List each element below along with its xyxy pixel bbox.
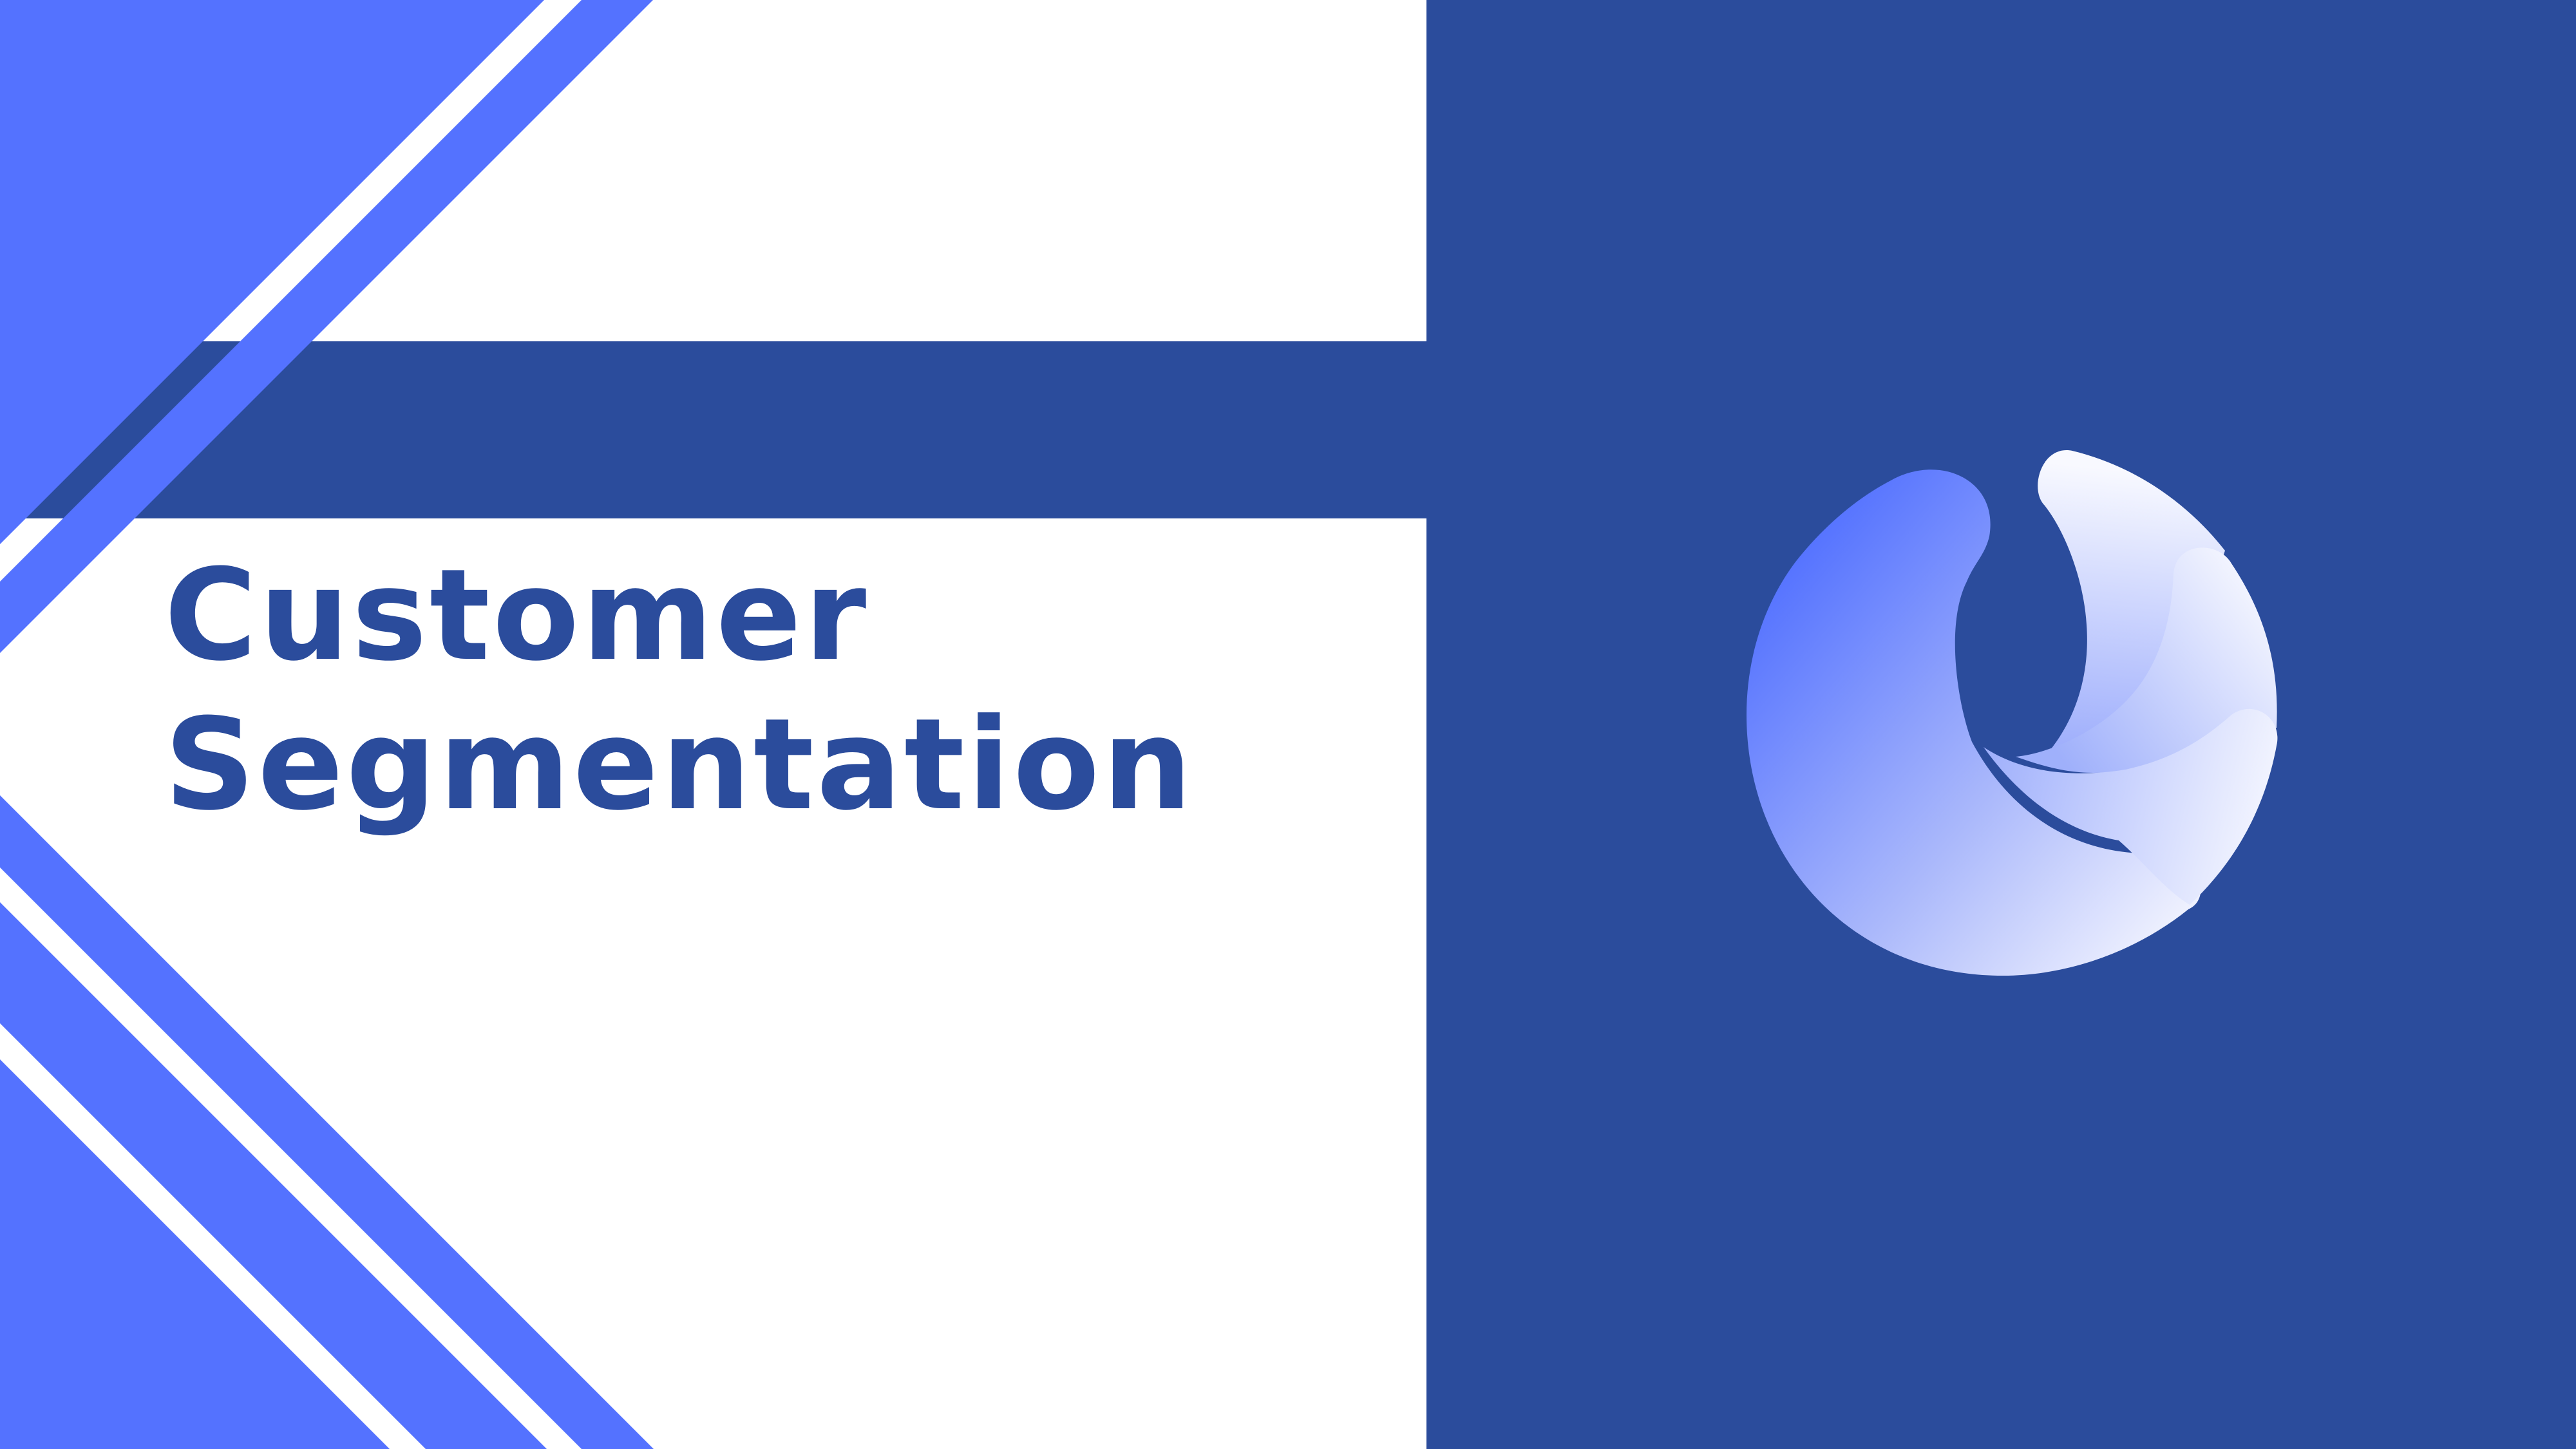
slide-title: Customer Segmentation bbox=[164, 541, 1195, 840]
title-line-segmentation: Segmentation bbox=[164, 692, 1195, 838]
title-line-customer: Customer bbox=[164, 542, 869, 689]
title-slide: Customer Segmentation bbox=[0, 0, 2576, 1449]
